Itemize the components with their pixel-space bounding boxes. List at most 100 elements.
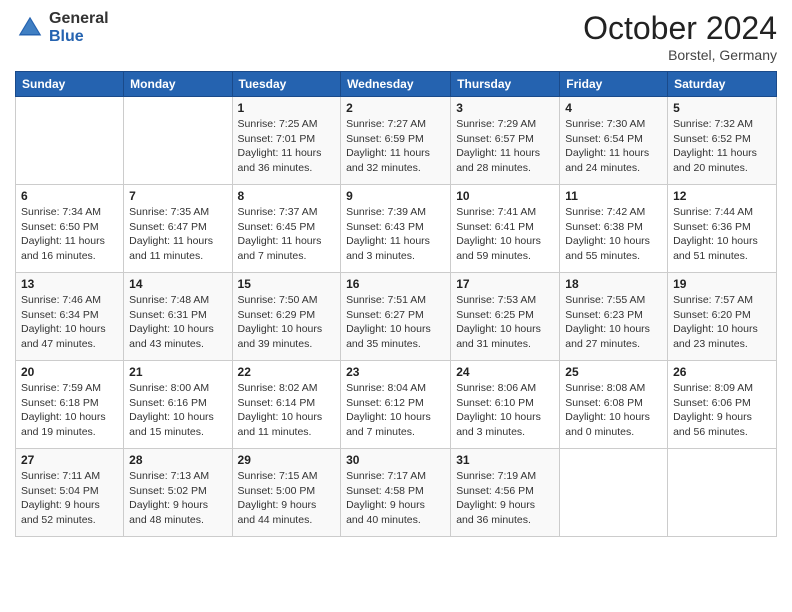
- calendar-cell: 31 Sunrise: 7:19 AMSunset: 4:56 PMDayligh…: [451, 449, 560, 537]
- day-info: Sunrise: 7:13 AMSunset: 5:02 PMDaylight:…: [129, 469, 226, 528]
- day-info: Sunrise: 8:08 AMSunset: 6:08 PMDaylight:…: [565, 381, 662, 440]
- day-info: Sunrise: 7:19 AMSunset: 4:56 PMDaylight:…: [456, 469, 554, 528]
- day-info: Sunrise: 8:00 AMSunset: 6:16 PMDaylight:…: [129, 381, 226, 440]
- calendar-cell: 28 Sunrise: 7:13 AMSunset: 5:02 PMDayligh…: [124, 449, 232, 537]
- calendar-cell: 30 Sunrise: 7:17 AMSunset: 4:58 PMDayligh…: [341, 449, 451, 537]
- day-info: Sunrise: 7:51 AMSunset: 6:27 PMDaylight:…: [346, 293, 445, 352]
- day-number: 14: [129, 277, 226, 291]
- day-info: Sunrise: 7:17 AMSunset: 4:58 PMDaylight:…: [346, 469, 445, 528]
- calendar-cell: 23 Sunrise: 8:04 AMSunset: 6:12 PMDayligh…: [341, 361, 451, 449]
- day-info: Sunrise: 7:39 AMSunset: 6:43 PMDaylight:…: [346, 205, 445, 264]
- logo-text: General Blue: [49, 10, 109, 45]
- calendar-cell: 7 Sunrise: 7:35 AMSunset: 6:47 PMDaylight…: [124, 185, 232, 273]
- calendar-cell: 26 Sunrise: 8:09 AMSunset: 6:06 PMDayligh…: [668, 361, 777, 449]
- calendar-cell: 5 Sunrise: 7:32 AMSunset: 6:52 PMDaylight…: [668, 97, 777, 185]
- day-number: 30: [346, 453, 445, 467]
- day-number: 22: [238, 365, 336, 379]
- week-row-3: 20 Sunrise: 7:59 AMSunset: 6:18 PMDayligh…: [16, 361, 777, 449]
- calendar-cell: 16 Sunrise: 7:51 AMSunset: 6:27 PMDayligh…: [341, 273, 451, 361]
- calendar-cell: 11 Sunrise: 7:42 AMSunset: 6:38 PMDayligh…: [560, 185, 668, 273]
- day-number: 16: [346, 277, 445, 291]
- day-info: Sunrise: 7:32 AMSunset: 6:52 PMDaylight:…: [673, 117, 771, 176]
- logo-blue: Blue: [49, 28, 109, 46]
- day-number: 24: [456, 365, 554, 379]
- calendar-cell: 14 Sunrise: 7:48 AMSunset: 6:31 PMDayligh…: [124, 273, 232, 361]
- day-number: 26: [673, 365, 771, 379]
- page: General Blue October 2024 Borstel, Germa…: [0, 0, 792, 547]
- day-info: Sunrise: 8:04 AMSunset: 6:12 PMDaylight:…: [346, 381, 445, 440]
- day-info: Sunrise: 7:59 AMSunset: 6:18 PMDaylight:…: [21, 381, 118, 440]
- day-number: 7: [129, 189, 226, 203]
- calendar-cell: 27 Sunrise: 7:11 AMSunset: 5:04 PMDayligh…: [16, 449, 124, 537]
- calendar: SundayMondayTuesdayWednesdayThursdayFrid…: [15, 71, 777, 537]
- day-number: 20: [21, 365, 118, 379]
- day-number: 5: [673, 101, 771, 115]
- day-info: Sunrise: 7:34 AMSunset: 6:50 PMDaylight:…: [21, 205, 118, 264]
- calendar-cell: [668, 449, 777, 537]
- day-number: 28: [129, 453, 226, 467]
- day-info: Sunrise: 7:35 AMSunset: 6:47 PMDaylight:…: [129, 205, 226, 264]
- day-number: 25: [565, 365, 662, 379]
- day-number: 1: [238, 101, 336, 115]
- calendar-cell: 3 Sunrise: 7:29 AMSunset: 6:57 PMDaylight…: [451, 97, 560, 185]
- day-header-saturday: Saturday: [668, 72, 777, 97]
- calendar-cell: [560, 449, 668, 537]
- week-row-1: 6Sunrise: 7:34 AMSunset: 6:50 PMDaylight…: [16, 185, 777, 273]
- calendar-cell: 2 Sunrise: 7:27 AMSunset: 6:59 PMDaylight…: [341, 97, 451, 185]
- day-number: 2: [346, 101, 445, 115]
- header: General Blue October 2024 Borstel, Germa…: [15, 10, 777, 63]
- calendar-cell: 20 Sunrise: 7:59 AMSunset: 6:18 PMDayligh…: [16, 361, 124, 449]
- day-number: 3: [456, 101, 554, 115]
- day-info: Sunrise: 7:30 AMSunset: 6:54 PMDaylight:…: [565, 117, 662, 176]
- day-number: 15: [238, 277, 336, 291]
- day-info: Sunrise: 7:53 AMSunset: 6:25 PMDaylight:…: [456, 293, 554, 352]
- day-number: 8: [238, 189, 336, 203]
- day-info: Sunrise: 7:42 AMSunset: 6:38 PMDaylight:…: [565, 205, 662, 264]
- calendar-cell: 17 Sunrise: 7:53 AMSunset: 6:25 PMDayligh…: [451, 273, 560, 361]
- day-info: Sunrise: 7:11 AMSunset: 5:04 PMDaylight:…: [21, 469, 118, 528]
- day-number: 23: [346, 365, 445, 379]
- calendar-header: SundayMondayTuesdayWednesdayThursdayFrid…: [16, 72, 777, 97]
- day-number: 21: [129, 365, 226, 379]
- day-info: Sunrise: 7:15 AMSunset: 5:00 PMDaylight:…: [238, 469, 336, 528]
- calendar-body: 1Sunrise: 7:25 AMSunset: 7:01 PMDaylight…: [16, 97, 777, 537]
- day-number: 19: [673, 277, 771, 291]
- calendar-cell: 24 Sunrise: 8:06 AMSunset: 6:10 PMDayligh…: [451, 361, 560, 449]
- day-info: Sunrise: 7:55 AMSunset: 6:23 PMDaylight:…: [565, 293, 662, 352]
- day-number: 31: [456, 453, 554, 467]
- day-info: Sunrise: 7:41 AMSunset: 6:41 PMDaylight:…: [456, 205, 554, 264]
- day-info: Sunrise: 7:27 AMSunset: 6:59 PMDaylight:…: [346, 117, 445, 176]
- day-info: Sunrise: 7:46 AMSunset: 6:34 PMDaylight:…: [21, 293, 118, 352]
- calendar-cell: 19Sunrise: 7:57 AMSunset: 6:20 PMDayligh…: [668, 273, 777, 361]
- day-info: Sunrise: 8:09 AMSunset: 6:06 PMDaylight:…: [673, 381, 771, 440]
- day-number: 11: [565, 189, 662, 203]
- calendar-cell: 9 Sunrise: 7:39 AMSunset: 6:43 PMDaylight…: [341, 185, 451, 273]
- location: Borstel, Germany: [583, 47, 777, 63]
- calendar-cell: [16, 97, 124, 185]
- day-number: 27: [21, 453, 118, 467]
- day-number: 9: [346, 189, 445, 203]
- day-header-sunday: Sunday: [16, 72, 124, 97]
- day-info: Sunrise: 7:37 AMSunset: 6:45 PMDaylight:…: [238, 205, 336, 264]
- day-header-thursday: Thursday: [451, 72, 560, 97]
- day-number: 10: [456, 189, 554, 203]
- day-info: Sunrise: 7:48 AMSunset: 6:31 PMDaylight:…: [129, 293, 226, 352]
- day-header-wednesday: Wednesday: [341, 72, 451, 97]
- day-number: 13: [21, 277, 118, 291]
- title-block: October 2024 Borstel, Germany: [583, 10, 777, 63]
- calendar-cell: [124, 97, 232, 185]
- calendar-cell: 18 Sunrise: 7:55 AMSunset: 6:23 PMDayligh…: [560, 273, 668, 361]
- logo-general: General: [49, 10, 109, 28]
- day-number: 17: [456, 277, 554, 291]
- day-header-tuesday: Tuesday: [232, 72, 341, 97]
- calendar-cell: 10 Sunrise: 7:41 AMSunset: 6:41 PMDayligh…: [451, 185, 560, 273]
- week-row-4: 27 Sunrise: 7:11 AMSunset: 5:04 PMDayligh…: [16, 449, 777, 537]
- day-info: Sunrise: 7:50 AMSunset: 6:29 PMDaylight:…: [238, 293, 336, 352]
- day-info: Sunrise: 7:29 AMSunset: 6:57 PMDaylight:…: [456, 117, 554, 176]
- day-header-friday: Friday: [560, 72, 668, 97]
- day-info: Sunrise: 8:02 AMSunset: 6:14 PMDaylight:…: [238, 381, 336, 440]
- day-number: 18: [565, 277, 662, 291]
- day-info: Sunrise: 8:06 AMSunset: 6:10 PMDaylight:…: [456, 381, 554, 440]
- calendar-cell: 13 Sunrise: 7:46 AMSunset: 6:34 PMDayligh…: [16, 273, 124, 361]
- day-info: Sunrise: 7:44 AMSunset: 6:36 PMDaylight:…: [673, 205, 771, 264]
